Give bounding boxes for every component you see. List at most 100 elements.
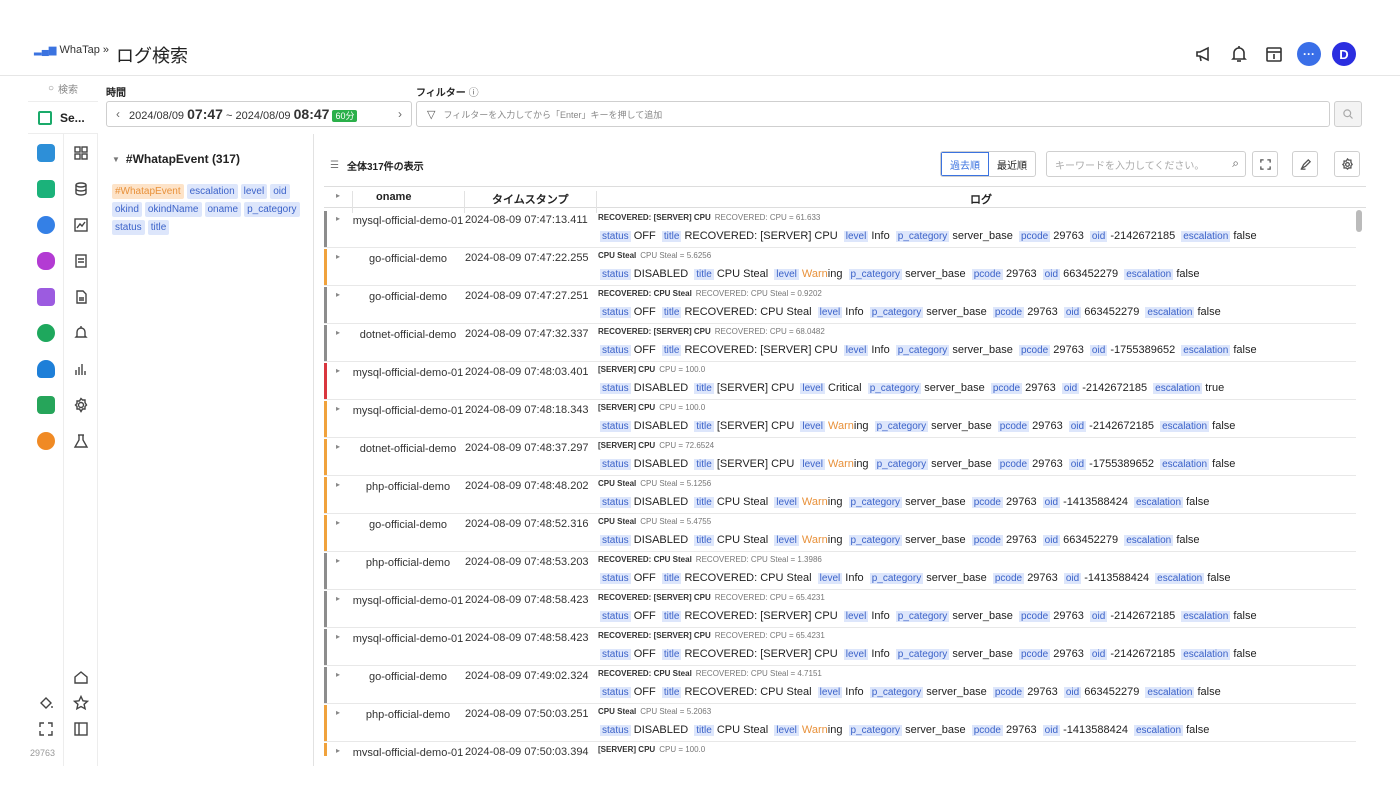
field-key[interactable]: oid xyxy=(1063,573,1082,584)
field-key[interactable]: p_category xyxy=(895,345,950,356)
field-key[interactable]: level xyxy=(817,687,843,698)
filter-search-button[interactable] xyxy=(1334,101,1362,127)
row-expand-icon[interactable]: ▸ xyxy=(336,214,340,223)
field-key[interactable]: title xyxy=(694,383,714,394)
browser-icon[interactable] xyxy=(37,396,55,414)
field-key[interactable]: title xyxy=(694,497,714,508)
field-key[interactable]: oid xyxy=(1089,231,1108,242)
field-tag[interactable]: okindName xyxy=(144,202,202,217)
kubernetes-icon[interactable] xyxy=(37,216,55,234)
field-key[interactable]: status xyxy=(600,383,631,394)
table-row[interactable]: ▸ dotnet-official-demo 2024-08-09 07:47:32… xyxy=(324,324,1356,362)
list-toggle-icon[interactable]: ☰ xyxy=(330,160,339,171)
field-key[interactable]: title xyxy=(661,573,682,584)
file-icon[interactable] xyxy=(72,288,90,306)
filter-input[interactable]: ▽ フィルターを入力してから「Enter」キーを押して追加 xyxy=(416,101,1330,127)
field-key[interactable]: escalation xyxy=(1181,345,1231,356)
field-key[interactable]: pcode xyxy=(997,459,1030,470)
table-row[interactable]: ▸ mysql-official-demo-01 2024-08-09 07:48:… xyxy=(324,628,1356,666)
field-key[interactable]: level xyxy=(843,649,869,660)
field-key[interactable]: status xyxy=(600,687,631,698)
field-key[interactable]: p_category xyxy=(874,459,929,470)
field-key[interactable]: escalation xyxy=(1134,497,1184,508)
row-expand-icon[interactable]: ▸ xyxy=(336,746,340,755)
field-key[interactable]: title xyxy=(694,421,714,432)
field-tag[interactable]: oname xyxy=(204,202,242,217)
field-key[interactable]: pcode xyxy=(971,725,1003,736)
field-key[interactable]: escalation xyxy=(1153,383,1203,394)
field-key[interactable]: level xyxy=(800,459,825,470)
field-key[interactable]: escalation xyxy=(1145,687,1195,698)
field-key[interactable]: title xyxy=(661,649,682,660)
row-expand-icon[interactable]: ▸ xyxy=(336,290,340,299)
field-key[interactable]: status xyxy=(600,307,631,318)
project-selector[interactable]: Se... xyxy=(28,102,98,134)
field-key[interactable]: oid xyxy=(1063,687,1082,698)
keyword-search-input[interactable]: キーワードを入力してください。 ⌕ xyxy=(1046,151,1246,177)
expand-all-icon[interactable]: ▸ xyxy=(336,191,340,200)
field-key[interactable]: level xyxy=(843,611,869,622)
col-oname[interactable]: oname xyxy=(376,191,411,203)
field-key[interactable]: pcode xyxy=(1018,611,1051,622)
field-key[interactable]: p_category xyxy=(867,383,922,394)
field-key[interactable]: escalation xyxy=(1155,573,1205,584)
table-row[interactable]: ▸ go-official-demo 2024-08-09 07:48:52.316… xyxy=(324,514,1356,552)
field-key[interactable]: pcode xyxy=(997,421,1030,432)
field-key[interactable]: status xyxy=(600,725,631,736)
field-key[interactable]: oid xyxy=(1089,345,1108,356)
table-row[interactable]: ▸ mysql-official-demo-01 2024-08-09 07:47:… xyxy=(324,210,1356,248)
col-timestamp[interactable]: タイムスタンプ xyxy=(492,191,568,207)
table-row[interactable]: ▸ go-official-demo 2024-08-09 07:47:22.255… xyxy=(324,248,1356,286)
chart-icon[interactable] xyxy=(72,216,90,234)
field-key[interactable]: p_category xyxy=(848,725,903,736)
tree-category[interactable]: ▼ #WhatapEvent (317) xyxy=(112,152,240,166)
logo[interactable]: ▂▄▆ WhaTap » xyxy=(34,44,109,56)
field-key[interactable]: p_category xyxy=(895,231,950,242)
table-row[interactable]: ▸ dotnet-official-demo 2024-08-09 07:48:37… xyxy=(324,438,1356,476)
field-key[interactable]: title xyxy=(661,611,682,622)
paint-bucket-icon[interactable] xyxy=(37,694,55,712)
row-expand-icon[interactable]: ▸ xyxy=(336,594,340,603)
field-key[interactable]: status xyxy=(600,421,631,432)
field-key[interactable]: escalation xyxy=(1181,649,1231,660)
database-stack-icon[interactable] xyxy=(72,180,90,198)
document-icon[interactable] xyxy=(37,288,55,306)
field-key[interactable]: p_category xyxy=(869,687,924,698)
field-key[interactable]: pcode xyxy=(1018,345,1051,356)
field-key[interactable]: status xyxy=(600,611,631,622)
field-key[interactable]: p_category xyxy=(848,269,903,280)
field-tag[interactable]: p_category xyxy=(244,202,300,217)
dashboard-icon[interactable] xyxy=(72,144,90,162)
row-expand-icon[interactable]: ▸ xyxy=(336,252,340,261)
field-key[interactable]: level xyxy=(774,725,799,736)
field-key[interactable]: title xyxy=(661,345,682,356)
sort-oldest-button[interactable]: 過去順 xyxy=(941,152,989,176)
search-icon[interactable]: ⌕ xyxy=(1232,156,1239,171)
row-expand-icon[interactable]: ▸ xyxy=(336,442,340,451)
field-key[interactable]: p_category xyxy=(895,611,950,622)
alert-bell-icon[interactable] xyxy=(72,324,90,342)
field-key[interactable]: pcode xyxy=(1018,231,1051,242)
field-key[interactable]: level xyxy=(774,269,799,280)
network-icon[interactable] xyxy=(37,324,55,342)
field-key[interactable]: p_category xyxy=(848,535,903,546)
row-expand-icon[interactable]: ▸ xyxy=(336,518,340,527)
url-monitor-icon[interactable] xyxy=(37,432,55,450)
table-row[interactable]: ▸ mysql-official-demo-01 2024-08-09 07:48:… xyxy=(324,590,1356,628)
field-key[interactable]: title xyxy=(694,269,714,280)
field-key[interactable]: pcode xyxy=(992,307,1025,318)
field-key[interactable]: title xyxy=(694,535,714,546)
field-key[interactable]: oid xyxy=(1068,421,1087,432)
field-key[interactable]: level xyxy=(800,383,825,394)
caret-down-icon[interactable]: ▼ xyxy=(112,155,120,164)
database-icon[interactable] xyxy=(37,252,55,270)
field-tag[interactable]: oid xyxy=(270,184,290,199)
collapse-chevron-icon[interactable]: » xyxy=(103,44,109,56)
table-row[interactable]: ▸ php-official-demo 2024-08-09 07:48:48.20… xyxy=(324,476,1356,514)
field-key[interactable]: title xyxy=(694,725,714,736)
field-key[interactable]: pcode xyxy=(990,383,1023,394)
time-range-picker[interactable]: ‹ 2024/08/09 07:47 ~ 2024/08/09 08:47 60分… xyxy=(106,101,412,127)
field-key[interactable]: escalation xyxy=(1181,231,1231,242)
field-key[interactable]: oid xyxy=(1089,611,1108,622)
prev-range-icon[interactable]: ‹ xyxy=(107,107,129,121)
